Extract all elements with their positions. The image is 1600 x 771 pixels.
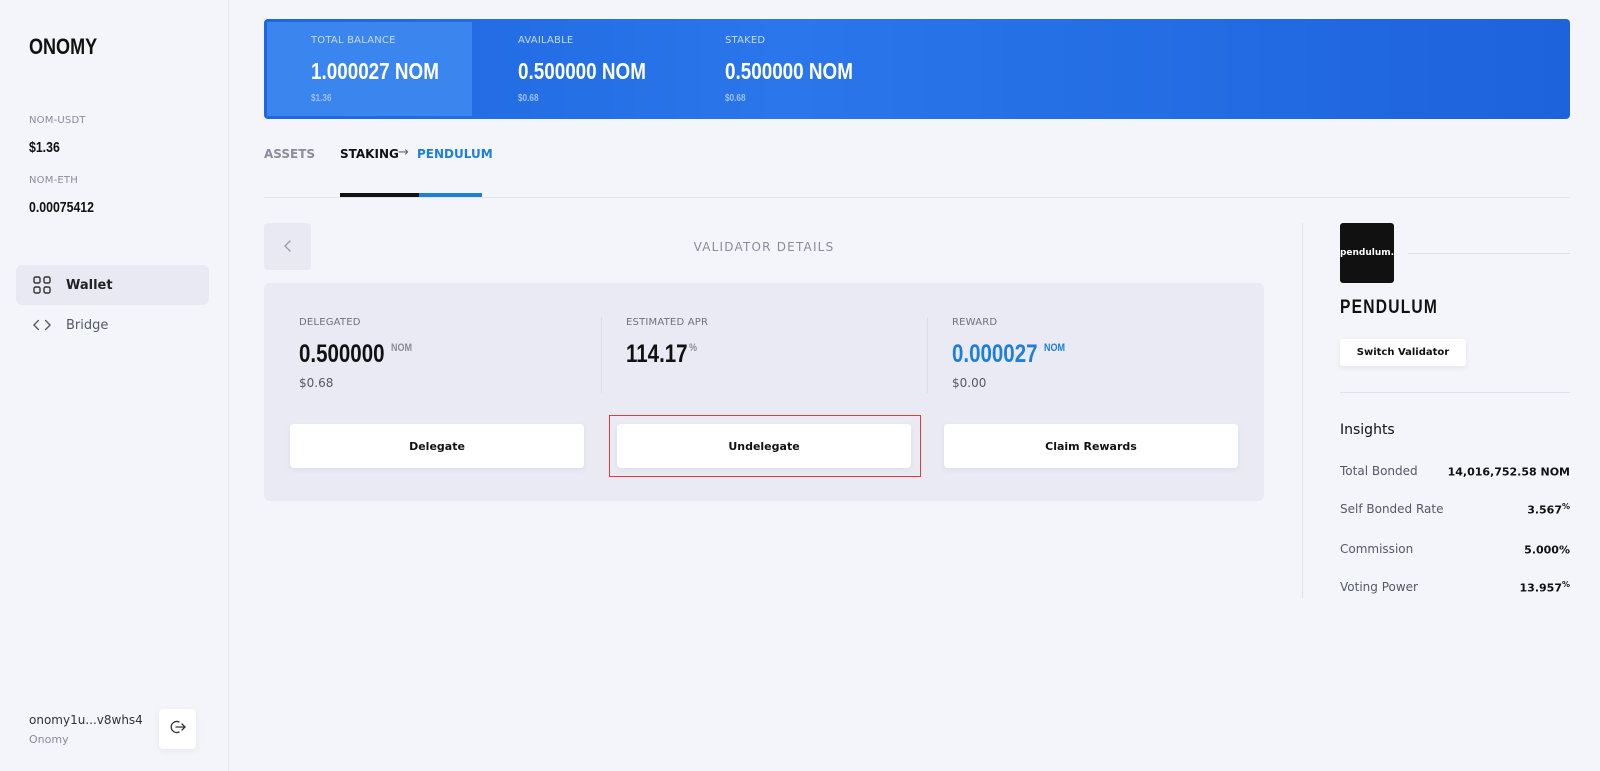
reward-value: 0.000027 (952, 340, 1038, 368)
sidebar: ONOMY NOM-USDT $1.36 NOM-ETH 0.00075412 … (0, 0, 229, 771)
available-value: 0.500000 NOM (518, 58, 646, 84)
staked-card: STAKED 0.500000 NOM $0.68 (681, 22, 886, 116)
sidebar-item-label: Bridge (66, 317, 109, 333)
sidebar-item-bridge[interactable]: Bridge (16, 305, 209, 345)
insight-voting-power: Voting Power 13.957% (1340, 580, 1570, 595)
app-logo: ONOMY (29, 34, 98, 59)
insight-label: Commission (1340, 542, 1414, 557)
price-value-nom-eth: 0.00075412 (29, 199, 94, 216)
apr-stat: ESTIMATED APR 114.17 % (626, 317, 926, 370)
insight-value: 14,016,752.58 NOM (1448, 464, 1570, 479)
tab-underline-staking (340, 193, 419, 197)
switch-validator-button[interactable]: Switch Validator (1340, 339, 1466, 366)
insight-value: 5.000% (1524, 542, 1570, 557)
panel-divider (1302, 223, 1303, 598)
tab-staking[interactable]: STAKING (340, 147, 399, 161)
validator-header-line (1408, 253, 1570, 254)
undelegate-highlight (609, 415, 921, 477)
delegate-button[interactable]: Delegate (290, 424, 584, 468)
delegated-unit: NOM (391, 342, 413, 354)
reward-label: REWARD (952, 317, 998, 328)
code-brackets-icon (33, 316, 51, 334)
grid-icon (33, 276, 51, 294)
total-balance-usd: $1.36 (311, 93, 332, 104)
price-label-nom-usdt: NOM-USDT (29, 115, 86, 126)
claim-rewards-button[interactable]: Claim Rewards (944, 424, 1238, 468)
insight-self-bonded-rate: Self Bonded Rate 3.567% (1340, 502, 1570, 517)
tab-pendulum[interactable]: PENDULUM (417, 147, 493, 161)
total-balance-label: TOTAL BALANCE (311, 35, 396, 46)
total-balance-value: 1.000027 NOM (311, 58, 439, 84)
tab-underline-pendulum (419, 193, 482, 197)
insight-value-number: 14,016,752.58 NOM (1447, 465, 1570, 479)
insight-value: 3.567% (1527, 502, 1570, 517)
insight-value: 13.957% (1520, 580, 1570, 595)
tab-assets[interactable]: ASSETS (264, 147, 315, 161)
validator-logo: pendulum. (1340, 223, 1394, 283)
insights-title: Insights (1340, 422, 1395, 438)
logout-button[interactable] (159, 709, 196, 749)
insight-value-number: 5.000% (1524, 543, 1570, 557)
validator-divider (1340, 392, 1570, 393)
tab-bar: ASSETS STAKING → PENDULUM (264, 145, 1570, 198)
delegated-value: 0.500000 (299, 340, 385, 368)
delegated-label: DELEGATED (299, 317, 361, 328)
insight-label: Voting Power (1340, 580, 1418, 595)
account-address: onomy1u...v8whs4 (29, 713, 143, 727)
reward-stat: REWARD 0.000027 NOM $0.00 (952, 317, 1252, 390)
sidebar-item-wallet[interactable]: Wallet (16, 265, 209, 305)
apr-label: ESTIMATED APR (626, 317, 709, 328)
staked-label: STAKED (725, 35, 766, 46)
price-label-nom-eth: NOM-ETH (29, 175, 78, 186)
stat-divider (601, 317, 602, 393)
arrow-right-icon: → (398, 145, 409, 160)
validator-details-title: VALIDATOR DETAILS (693, 240, 835, 254)
account-network: Onomy (29, 733, 69, 746)
apr-value: 114.17 (626, 340, 688, 368)
insight-total-bonded: Total Bonded 14,016,752.58 NOM (1340, 464, 1570, 479)
stat-divider (927, 317, 928, 393)
insight-label: Total Bonded (1340, 464, 1418, 479)
price-value-nom-usdt: $1.36 (29, 139, 60, 156)
available-card: AVAILABLE 0.500000 NOM $0.68 (474, 22, 679, 116)
insight-value-number: 13.957 (1519, 581, 1562, 595)
total-balance-card: TOTAL BALANCE 1.000027 NOM $1.36 (267, 22, 472, 116)
reward-unit: NOM (1044, 342, 1066, 354)
apr-unit: % (689, 342, 698, 354)
delegated-stat: DELEGATED 0.500000 NOM $0.68 (299, 317, 599, 390)
balance-banner: TOTAL BALANCE 1.000027 NOM $1.36 AVAILAB… (264, 19, 1570, 119)
insight-value-suffix: % (1561, 580, 1570, 589)
insight-label: Self Bonded Rate (1340, 502, 1444, 517)
staked-usd: $0.68 (725, 93, 746, 104)
delegated-usd: $0.68 (299, 376, 334, 390)
insight-commission: Commission 5.000% (1340, 542, 1570, 557)
insight-value-suffix: % (1561, 502, 1570, 511)
sidebar-item-label: Wallet (66, 277, 113, 293)
reward-usd: $0.00 (952, 376, 987, 390)
available-label: AVAILABLE (518, 35, 574, 46)
logout-icon (170, 719, 186, 739)
insight-value-number: 3.567 (1527, 503, 1562, 517)
available-usd: $0.68 (518, 93, 539, 104)
staked-value: 0.500000 NOM (725, 58, 853, 84)
validator-name: PENDULUM (1340, 297, 1439, 318)
validator-logo-text: pendulum. (1339, 248, 1395, 258)
